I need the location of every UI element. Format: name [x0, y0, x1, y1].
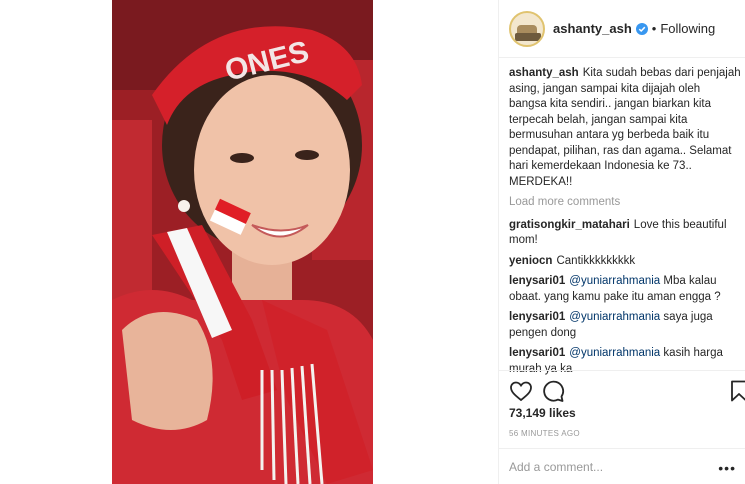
comment-mention[interactable]: @yuniarrahmania: [569, 347, 660, 359]
post-header: ashanty_ash • Following: [499, 0, 745, 58]
comment-item: lenysari01 @yuniarrahmania Mba kalau obaa…: [509, 274, 741, 305]
comment-username[interactable]: lenysari01: [509, 275, 565, 287]
heart-icon[interactable]: [509, 379, 533, 403]
bookmark-icon[interactable]: [727, 379, 745, 403]
add-comment-bar: •••: [499, 448, 745, 484]
comment-username[interactable]: lenysari01: [509, 311, 565, 323]
likes-count[interactable]: 73,149 likes: [509, 406, 576, 420]
spacer: [373, 0, 498, 484]
more-options-icon[interactable]: •••: [718, 460, 736, 476]
comment-text: Cantikkkkkkkkk: [556, 254, 636, 267]
caption-username[interactable]: ashanty_ash: [509, 67, 579, 79]
avatar[interactable]: [509, 10, 545, 47]
header-separator: •: [651, 21, 657, 36]
post-photo[interactable]: ONES: [112, 0, 373, 484]
comment-item: yeniocn Cantikkkkkkkkk: [509, 254, 741, 270]
verified-badge-icon: [635, 22, 648, 35]
left-gutter: [0, 0, 112, 484]
post-side-panel: ashanty_ash • Following ashanty_ash Kita …: [498, 0, 745, 484]
comment-item: lenysari01 @yuniarrahmania saya juga peng…: [509, 310, 741, 341]
comment-username[interactable]: gratisongkir_matahari: [509, 219, 630, 231]
comment-username[interactable]: yeniocn: [509, 255, 552, 267]
header-username[interactable]: ashanty_ash: [553, 21, 632, 36]
load-more-comments-link[interactable]: Load more comments: [509, 195, 741, 211]
comment-icon[interactable]: [541, 379, 565, 403]
comment-mention[interactable]: @yuniarrahmania: [569, 275, 660, 287]
post-timestamp[interactable]: 56 MINUTES AGO: [509, 429, 580, 438]
comment-username[interactable]: lenysari01: [509, 347, 565, 359]
caption-text: Kita sudah bebas dari penjajah asing, ja…: [509, 67, 741, 188]
comment-item: gratisongkir_matahari Love this beautiful…: [509, 218, 741, 249]
caption: ashanty_ash Kita sudah bebas dari penjaja…: [509, 66, 741, 190]
action-bar: [499, 370, 745, 410]
photo-illustration: ONES: [112, 0, 373, 484]
comments-list: ashanty_ash Kita sudah bebas dari penjaja…: [509, 66, 741, 382]
comment-mention[interactable]: @yuniarrahmania: [569, 311, 660, 323]
following-button[interactable]: Following: [660, 21, 715, 36]
add-comment-input[interactable]: [509, 459, 709, 474]
instagram-post: ONES ashanty_ash • Following ashanty_ash…: [0, 0, 745, 484]
